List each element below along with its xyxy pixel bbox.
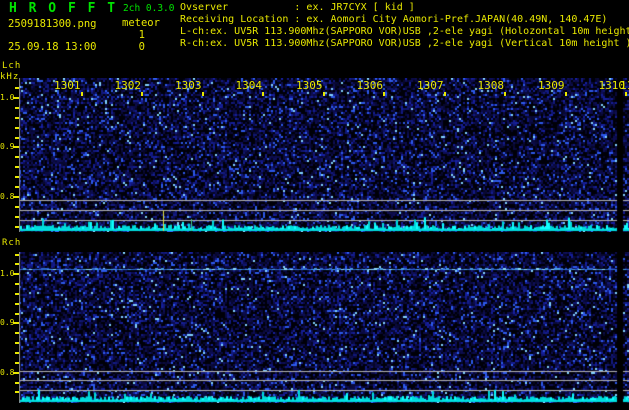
rch-freq-tick (15, 352, 19, 354)
time-label: 1306 (353, 79, 383, 92)
rch-freq-tick (15, 332, 19, 334)
lch-meteor-count: 1 (120, 29, 145, 41)
lch-freq-tick (15, 216, 19, 218)
lch-freq-tick (15, 117, 19, 119)
time-label: 1307 (414, 79, 444, 92)
lch-freq-tick (15, 166, 19, 168)
time-tick (81, 92, 83, 96)
lch-freq-tick (15, 186, 19, 188)
lch-panel-label: Lch (2, 61, 21, 71)
lch-freq-tick (15, 107, 19, 109)
time-label: 1308 (474, 79, 504, 92)
datetime-label: 25.09.18 13:00 (8, 41, 97, 53)
time-tick (262, 92, 264, 96)
time-tick (383, 92, 385, 96)
freq-unit-label: kHz (0, 72, 19, 82)
lch-freq-tick (15, 226, 19, 228)
hrofft-window: H R O F F T 2ch 0.3.0 2509181300.png met… (0, 0, 629, 410)
receiver-info-line: Receiving Location : ex. Aomori City Aom… (180, 14, 629, 26)
lch-freq-tick (15, 206, 19, 208)
receiver-info-line: Ovserver : ex. JR7CYX [ kid ] (180, 2, 629, 14)
time-label: 1302 (111, 79, 141, 92)
lch-freq-tick (15, 127, 19, 129)
lch-freq-label: 0.8 (0, 192, 15, 201)
rch-freq-tick (15, 313, 19, 315)
rch-freq-tick (15, 342, 19, 344)
time-tick (141, 92, 143, 96)
lch-freq-tick (15, 156, 19, 158)
lch-freq-label: 1.0 (0, 93, 15, 102)
time-tick (565, 92, 567, 96)
receiver-info-line: R-ch:ex. UV5R 113.900Mhz(SAPPORO VOR)USB… (180, 38, 629, 50)
lch-freq-tick (15, 176, 19, 178)
rch-freq-label: 0.9 (0, 318, 15, 327)
time-tick (625, 92, 627, 96)
rch-panel-label: Rch (2, 238, 21, 248)
time-tick (202, 92, 204, 96)
time-tick (504, 92, 506, 96)
time-label-partial: 11 (620, 79, 629, 92)
time-label: 1301 (51, 79, 81, 92)
rch-freq-tick (15, 391, 19, 393)
lch-freq-label: 0.9 (0, 142, 15, 151)
lch-spectrogram (19, 78, 629, 232)
output-filename: 2509181300.png (8, 18, 97, 30)
rch-freq-label: 1.0 (0, 269, 15, 278)
app-version: 2ch 0.3.0 (123, 3, 174, 14)
mode-label: meteor (122, 17, 160, 29)
rch-freq-tick (15, 263, 19, 265)
rch-freq-tick (15, 293, 19, 295)
time-label: 1305 (293, 79, 323, 92)
lch-freq-tick (15, 87, 19, 89)
app-title: H R O F F T (9, 1, 117, 16)
rch-freq-tick (15, 283, 19, 285)
receiver-info: Ovserver : ex. JR7CYX [ kid ] Receiving L… (180, 2, 629, 50)
rch-freq-tick (15, 254, 19, 256)
rch-freq-tick (15, 303, 19, 305)
rch-freq-tick (15, 382, 19, 384)
lch-freq-tick (15, 137, 19, 139)
rch-meteor-count: 0 (120, 41, 145, 53)
time-label: 1304 (232, 79, 262, 92)
time-label: 1303 (172, 79, 202, 92)
time-label: 1309 (535, 79, 565, 92)
rch-spectrogram (19, 252, 629, 403)
time-tick (444, 92, 446, 96)
rch-freq-tick (15, 362, 19, 364)
rch-freq-label: 0.8 (0, 368, 15, 377)
time-tick (323, 92, 325, 96)
receiver-info-line: L-ch:ex. UV5R 113.900Mhz(SAPPORO VOR)USB… (180, 26, 629, 38)
